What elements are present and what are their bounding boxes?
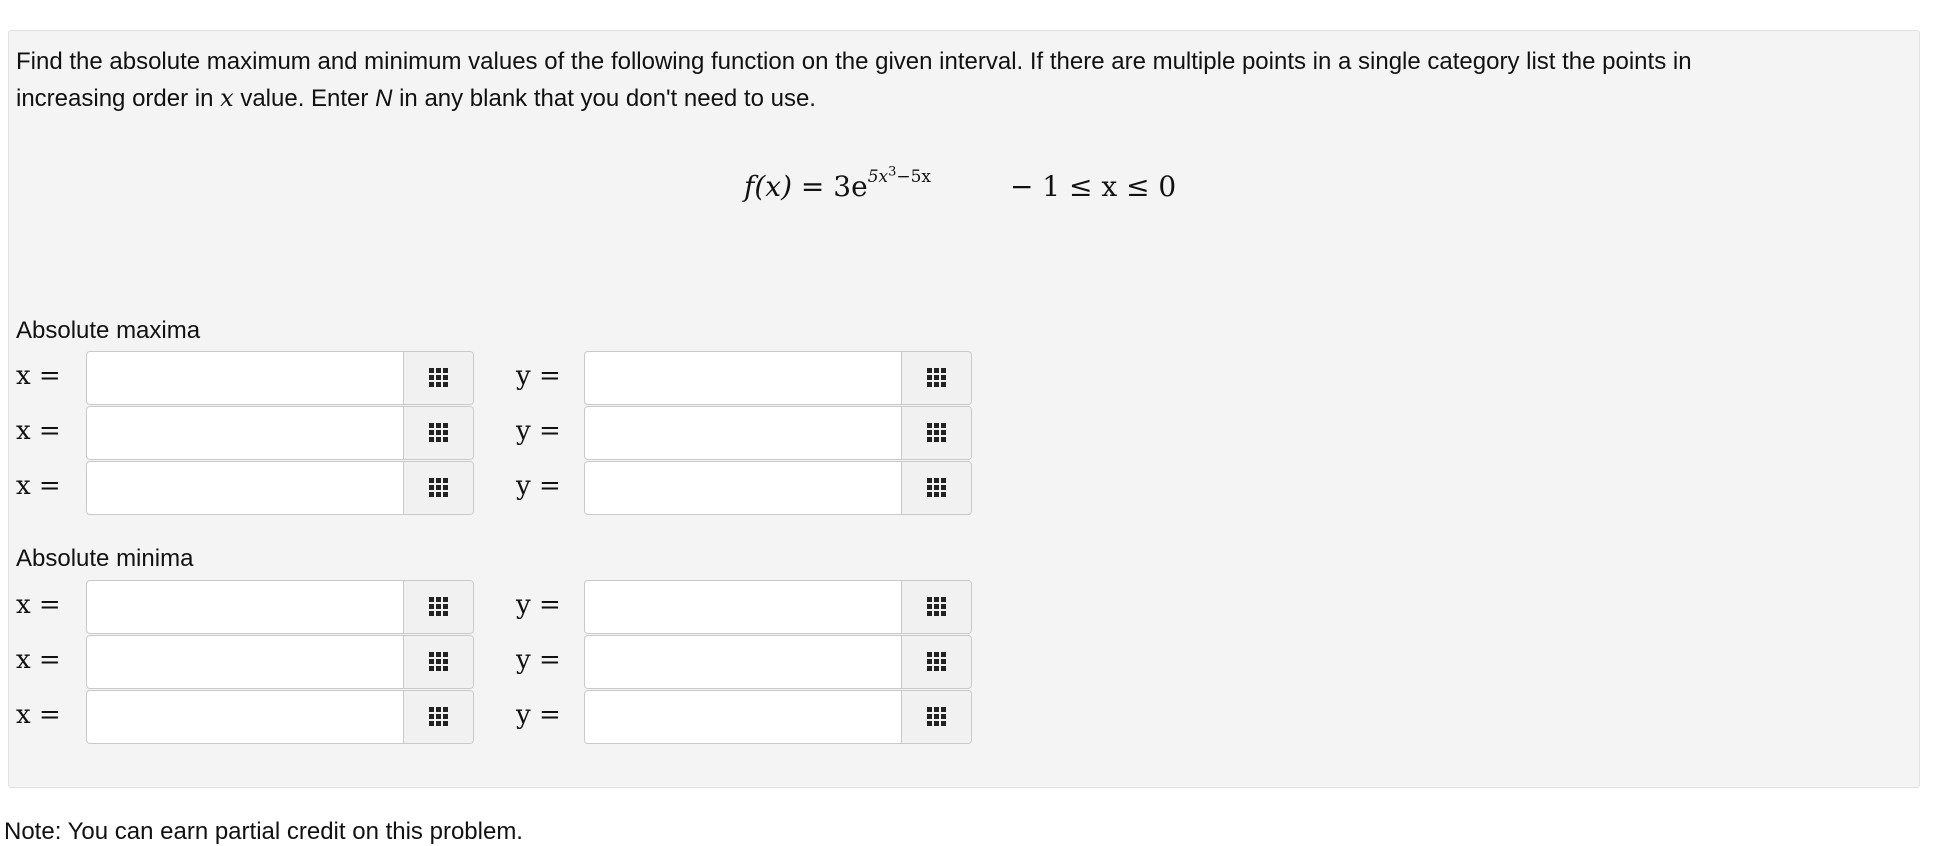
math-palette-button[interactable]	[403, 352, 473, 404]
math-palette-button[interactable]	[901, 636, 971, 688]
y-answer-field	[584, 690, 972, 744]
x-answer-input[interactable]	[87, 691, 403, 743]
x-label: x =	[16, 645, 61, 675]
partial-credit-note: Note: You can earn partial credit on thi…	[4, 818, 523, 845]
grid-keypad-icon	[428, 652, 449, 672]
y-label: y =	[516, 471, 561, 501]
x-answer-field	[86, 580, 474, 634]
x-answer-input[interactable]	[87, 581, 403, 633]
y-answer-input[interactable]	[585, 462, 901, 514]
x-label: x =	[16, 361, 61, 391]
instructions-variable-x: x	[220, 84, 234, 112]
math-palette-button[interactable]	[403, 636, 473, 688]
math-palette-button[interactable]	[901, 581, 971, 633]
instructions-line-2b: value. Enter	[233, 85, 376, 112]
x-answer-input[interactable]	[87, 407, 403, 459]
math-palette-button[interactable]	[901, 462, 971, 514]
grid-keypad-icon	[428, 423, 449, 443]
y-answer-input[interactable]	[585, 581, 901, 633]
math-palette-button[interactable]	[403, 462, 473, 514]
answer-row: x = y =	[16, 461, 976, 515]
y-answer-input[interactable]	[585, 636, 901, 688]
y-answer-field	[584, 580, 972, 634]
grid-keypad-icon	[428, 478, 449, 498]
section-title: Absolute maxima	[16, 317, 201, 344]
grid-keypad-icon	[926, 597, 947, 617]
y-answer-input[interactable]	[585, 407, 901, 459]
section-title: Absolute minima	[16, 545, 194, 572]
x-answer-field	[86, 406, 474, 460]
grid-keypad-icon	[428, 707, 449, 727]
answer-row: x = y =	[16, 580, 976, 634]
problem-instructions: Find the absolute maximum and minimum va…	[16, 44, 1896, 117]
y-label: y =	[516, 645, 561, 675]
math-palette-button[interactable]	[403, 407, 473, 459]
y-answer-field	[584, 635, 972, 689]
grid-keypad-icon	[926, 423, 947, 443]
y-label: y =	[516, 700, 561, 730]
y-label: y =	[516, 361, 561, 391]
grid-keypad-icon	[926, 478, 947, 498]
grid-keypad-icon	[926, 368, 947, 388]
y-answer-input[interactable]	[585, 352, 901, 404]
y-label: y =	[516, 416, 561, 446]
x-answer-field	[86, 635, 474, 689]
y-answer-input[interactable]	[585, 691, 901, 743]
answer-row: x = y =	[16, 635, 976, 689]
answer-row: x = y =	[16, 351, 976, 405]
instructions-line-2a: increasing order in	[16, 85, 221, 112]
answer-row: x = y =	[16, 690, 976, 744]
grid-keypad-icon	[428, 597, 449, 617]
grid-keypad-icon	[428, 368, 449, 388]
x-label: x =	[16, 590, 61, 620]
x-answer-field	[86, 351, 474, 405]
grid-keypad-icon	[926, 652, 947, 672]
math-palette-button[interactable]	[901, 352, 971, 404]
math-palette-button[interactable]	[403, 581, 473, 633]
grid-keypad-icon	[926, 707, 947, 727]
instructions-line-2c: in any blank that you don't need to use.	[392, 85, 816, 112]
x-label: x =	[16, 416, 61, 446]
math-palette-button[interactable]	[901, 407, 971, 459]
equation-exponent: 5x3−5x	[867, 164, 932, 187]
x-answer-input[interactable]	[87, 636, 403, 688]
y-label: y =	[516, 590, 561, 620]
equation-coefficient: 3e	[833, 169, 868, 203]
math-palette-button[interactable]	[403, 691, 473, 743]
x-answer-field	[86, 690, 474, 744]
math-palette-button[interactable]	[901, 691, 971, 743]
equation-lhs: f(x)	[744, 169, 793, 203]
instructions-n-symbol: N	[375, 85, 393, 112]
x-answer-input[interactable]	[87, 352, 403, 404]
equation-interval: − 1 ≤ x ≤ 0	[1009, 169, 1177, 203]
y-answer-field	[584, 461, 972, 515]
y-answer-field	[584, 351, 972, 405]
x-label: x =	[16, 471, 61, 501]
instructions-line-1: Find the absolute maximum and minimum va…	[16, 48, 1692, 75]
x-answer-field	[86, 461, 474, 515]
y-answer-field	[584, 406, 972, 460]
x-label: x =	[16, 700, 61, 730]
equation-equals: =	[800, 169, 825, 203]
x-answer-input[interactable]	[87, 462, 403, 514]
answer-row: x = y =	[16, 406, 976, 460]
function-equation: f(x) = 3e5x3−5x − 1 ≤ x ≤ 0	[744, 164, 1177, 203]
